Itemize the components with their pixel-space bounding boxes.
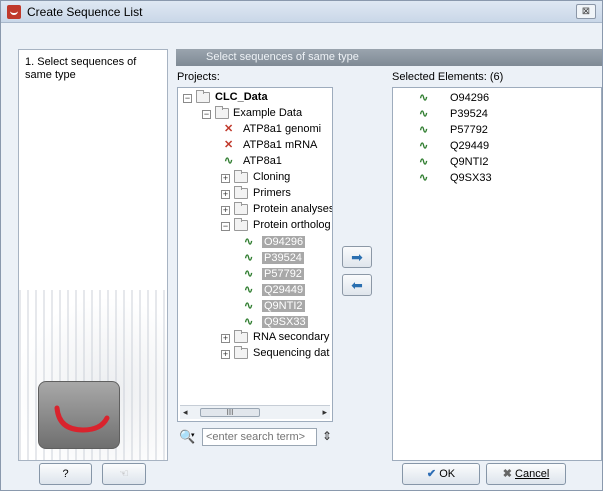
search-input[interactable] (202, 428, 317, 446)
folder-icon (234, 202, 248, 215)
tree-node-seq[interactable]: O94296 (262, 234, 306, 250)
list-item[interactable]: ∿ P39524 (393, 106, 601, 122)
tree-node-seq-label: P39524 (262, 252, 304, 264)
tree-node-primers[interactable]: Primers (253, 185, 291, 201)
tree-node-cloning[interactable]: Cloning (253, 169, 290, 185)
logo-swoosh-icon (54, 405, 110, 433)
rna-sequence-icon: ✕ (224, 139, 233, 151)
tree-node-seq-label: Q9SX33 (262, 316, 308, 328)
reset-button[interactable]: ☜ (102, 463, 146, 485)
list-item-label: O94296 (450, 92, 490, 104)
protein-sequence-icon: ∿ (244, 236, 253, 248)
protein-sequence-icon: ∿ (244, 284, 253, 296)
list-item[interactable]: ∿ O94296 (393, 90, 601, 106)
selected-elements-label: Selected Elements: (6) (392, 71, 504, 83)
tree-node-seq[interactable]: Q29449 (262, 282, 306, 298)
tree-node-seq[interactable]: P57792 (262, 266, 304, 282)
expand-icon[interactable]: + (221, 206, 230, 215)
collapse-icon[interactable]: − (221, 222, 230, 231)
list-item[interactable]: ∿ Q9NTI2 (393, 154, 601, 170)
list-item-label: Q9NTI2 (450, 156, 489, 168)
cancel-label: Cancel (515, 468, 550, 480)
protein-sequence-icon: ∿ (244, 316, 253, 328)
scroll-right-icon[interactable]: ▸ (322, 407, 327, 418)
list-item-label: Q9SX33 (450, 172, 492, 184)
close-button[interactable]: ⊠ (576, 4, 596, 19)
checkmark-icon: ✔ (426, 468, 437, 480)
ok-button[interactable]: ✔ OK (402, 463, 480, 485)
add-button[interactable]: ➡ (342, 246, 372, 268)
tree-node-seq-label: P57792 (262, 268, 304, 280)
tree-node-rna-secondary[interactable]: RNA secondary (253, 329, 329, 345)
hand-icon: ☜ (119, 468, 129, 480)
folder-icon (215, 106, 229, 119)
collapse-icon[interactable]: − (183, 94, 192, 103)
tree-node-atp[interactable]: ATP8a1 (243, 153, 282, 169)
tree-node-seq[interactable]: Q9NTI2 (262, 298, 305, 314)
tree-node-seq[interactable]: P39524 (262, 250, 304, 266)
help-label: ? (62, 468, 69, 480)
tree-node-protein-orthologs[interactable]: Protein ortholog (253, 217, 331, 233)
tree-node-protein-analyses[interactable]: Protein analyses (253, 201, 332, 217)
tree-node-root[interactable]: CLC_Data (215, 89, 268, 105)
clc-large-logo-icon (38, 381, 120, 449)
rna-sequence-icon: ✕ (224, 123, 233, 135)
protein-sequence-icon: ∿ (419, 140, 428, 152)
folder-icon (234, 330, 248, 343)
list-item[interactable]: ∿ P57792 (393, 122, 601, 138)
protein-sequence-icon: ∿ (244, 252, 253, 264)
tree-node-seq-label: O94296 (262, 236, 306, 248)
projects-label: Projects: (177, 71, 220, 83)
expand-icon[interactable]: + (221, 350, 230, 359)
tree-node-atp-mrna[interactable]: ATP8a1 mRNA (243, 137, 317, 153)
expand-icon[interactable]: + (221, 174, 230, 183)
cancel-button[interactable]: ✖ Cancel (486, 463, 566, 485)
protein-sequence-icon: ∿ (244, 300, 253, 312)
step-1-label: 1. Select sequences of same type (25, 56, 137, 81)
content-header: Select sequences of same type (176, 49, 602, 66)
selected-elements-list[interactable]: ∿ O94296 ∿ P39524 ∿ P57792 ∿ Q29449 ∿ Q9… (392, 87, 602, 461)
protein-sequence-icon: ∿ (419, 124, 428, 136)
title-bar: Create Sequence List ⊠ (1, 1, 602, 23)
dialog-window: Create Sequence List ⊠ 1. Select sequenc… (0, 0, 603, 491)
protein-sequence-icon: ∿ (419, 108, 428, 120)
list-item[interactable]: ∿ Q9SX33 (393, 170, 601, 186)
protein-sequence-icon: ∿ (419, 172, 428, 184)
remove-button[interactable]: ⬅ (342, 274, 372, 296)
clc-logo-icon (7, 5, 21, 19)
horizontal-scrollbar[interactable]: ◂ III ▸ (180, 405, 330, 419)
tree-node-seq-label: Q29449 (262, 284, 306, 296)
tree-node-seq[interactable]: Q9SX33 (262, 314, 308, 330)
folder-icon (196, 90, 210, 103)
protein-sequence-icon: ∿ (419, 92, 428, 104)
protein-sequence-icon: ∿ (419, 156, 428, 168)
folder-icon (234, 218, 248, 231)
expand-icon[interactable]: + (221, 190, 230, 199)
list-item-label: P39524 (450, 108, 488, 120)
list-item-label: Q29449 (450, 140, 490, 152)
tree-node-sequencing-data[interactable]: Sequencing dat (253, 345, 329, 361)
window-title: Create Sequence List (27, 5, 143, 19)
protein-sequence-icon: ∿ (244, 268, 253, 280)
cancel-icon: ✖ (502, 468, 512, 480)
folder-icon (234, 186, 248, 199)
collapse-icon[interactable]: − (202, 110, 211, 119)
search-row: 🔍 ▾ ⇕ (177, 428, 337, 448)
tree-node-example-data[interactable]: Example Data (233, 105, 302, 121)
list-item[interactable]: ∿ Q29449 (393, 138, 601, 154)
scroll-left-icon[interactable]: ◂ (183, 407, 188, 418)
tree-node-seq-label: Q9NTI2 (262, 300, 305, 312)
folder-icon (234, 346, 248, 359)
help-button[interactable]: ? (39, 463, 92, 485)
expand-icon[interactable]: + (221, 334, 230, 343)
tree-node-atp-genomic[interactable]: ATP8a1 genomi (243, 121, 321, 137)
chevron-down-icon[interactable]: ▾ (191, 431, 195, 439)
search-options-icon[interactable]: ⇕ (322, 429, 332, 443)
project-tree[interactable]: − CLC_Data − Example Data ✕ ATP8a1 genom… (177, 87, 333, 422)
folder-icon (234, 170, 248, 183)
ok-label: OK (439, 468, 456, 480)
scrollbar-thumb[interactable]: III (200, 408, 260, 417)
protein-sequence-icon: ∿ (224, 155, 233, 167)
list-item-label: P57792 (450, 124, 488, 136)
